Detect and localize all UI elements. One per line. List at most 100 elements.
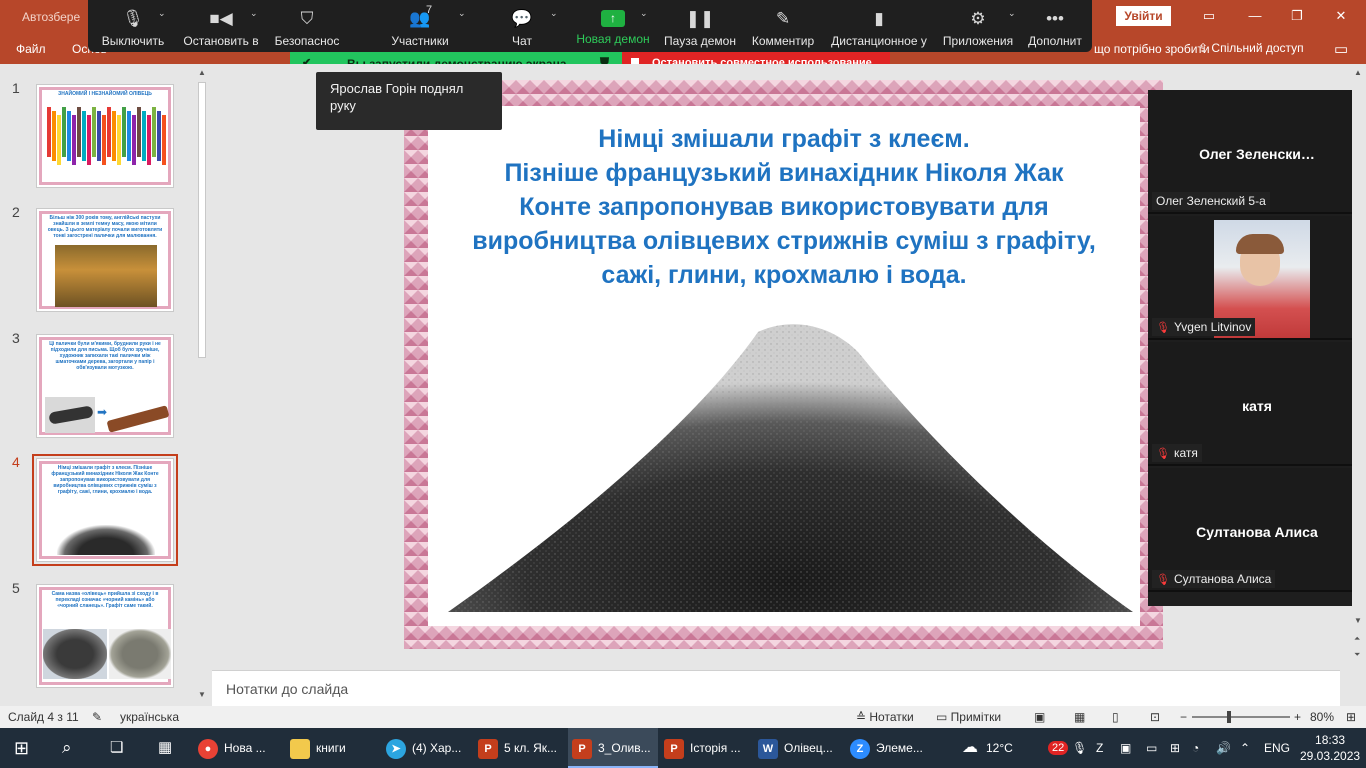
taskbar-app[interactable]: ➤ (4) Хар... <box>386 728 470 768</box>
more-dots-icon: ••• <box>1046 9 1064 28</box>
next-slide-icon[interactable]: ⏷ <box>1354 650 1360 660</box>
arrow-right-icon: ➡ <box>97 405 108 419</box>
slide-thumbnail-1[interactable]: ЗНАЙОМИЙ І НЕЗНАЙОМИЙ ОЛІВЕЦЬ <box>36 84 174 188</box>
slide-thumbnail-5[interactable]: Сама назва «олівець» прийшла зі сходу і … <box>36 584 174 688</box>
chevron-down-icon[interactable]: ⌄ <box>1008 8 1016 19</box>
task-view-icon[interactable]: ❏ <box>110 728 123 768</box>
zoom-in-icon[interactable]: + <box>1294 710 1301 724</box>
slide-thumbnail-2[interactable]: Більш ніж 300 років тому, англійські пас… <box>36 208 174 312</box>
taskbar-app[interactable]: ● Нова ... <box>198 728 280 768</box>
chevron-down-icon[interactable]: ⌄ <box>458 8 466 19</box>
zoom-out-icon[interactable]: − <box>1180 710 1187 724</box>
stop-video-button[interactable]: ■◀ Остановить в ⌄ <box>178 0 264 52</box>
slide-sorter-icon[interactable]: ▦ <box>1074 710 1085 724</box>
powerpoint-icon: P <box>572 738 592 759</box>
reading-view-icon[interactable]: ▯ <box>1112 710 1119 724</box>
scroll-down-icon[interactable]: ▼ <box>1354 616 1362 625</box>
comments-toggle[interactable]: ▭ Примітки <box>936 710 1001 724</box>
taskbar-app[interactable]: книги <box>290 728 372 768</box>
participant-name: 🎙 Султанова Алиса <box>1152 570 1276 588</box>
participants-button[interactable]: 👥 7 Участники ⌄ <box>374 0 466 52</box>
zoom-slider[interactable] <box>1192 711 1290 723</box>
taskbar-app[interactable]: P5 кл. Як... <box>478 728 562 768</box>
fit-slide-icon[interactable]: ⊞ <box>1346 710 1356 724</box>
scroll-down-icon[interactable]: ▼ <box>195 690 209 702</box>
mic-tray-icon[interactable]: 🎙 <box>1072 728 1087 768</box>
slide-scrollbar[interactable]: ▲ ▼ ⏶ ⏷ <box>1352 64 1366 668</box>
scroll-up-icon[interactable]: ▲ <box>1354 68 1362 77</box>
chevron-down-icon[interactable]: ⌄ <box>640 8 648 19</box>
pause-share-button[interactable]: ❚❚ Пауза демон <box>662 0 738 52</box>
mute-button[interactable]: 🎙 Выключить ⌄ <box>94 0 172 52</box>
autosave-label[interactable]: Автозбере <box>22 10 80 24</box>
current-slide[interactable]: Німці змішали графіт з клеєм. Пізніше фр… <box>404 80 1163 649</box>
security-button[interactable]: ⛉ Безопаснос <box>266 0 348 52</box>
participant-name: Олег Зеленский 5-а <box>1152 192 1270 210</box>
chevron-up-icon[interactable]: ⌃ <box>1240 728 1250 768</box>
participant-tile[interactable]: Султанова Алиса 🎙 Султанова Алиса <box>1148 468 1366 592</box>
tell-me-search[interactable]: що потрібно зробити <box>1094 42 1210 56</box>
language-indicator[interactable]: українська <box>120 710 179 724</box>
scroll-up-icon[interactable]: ▲ <box>195 68 209 80</box>
restore-icon[interactable]: ❐ <box>1282 6 1312 26</box>
slide-title[interactable]: Німці змішали графіт з клеєм. Пізніше фр… <box>428 122 1140 292</box>
slide-thumbnail-3[interactable]: Ці палички були м'якими, бруднили руки і… <box>36 334 174 438</box>
notification-badge[interactable]: 22 <box>1048 728 1069 768</box>
chevron-down-icon[interactable]: ⌄ <box>250 8 258 19</box>
clock[interactable]: 18:33 29.03.2023 <box>1300 732 1360 764</box>
pencils-image <box>47 107 166 165</box>
prev-slide-icon[interactable]: ⏶ <box>1354 634 1360 644</box>
participant-tile[interactable]: 🎙 Yvgen Litvinov <box>1148 216 1366 340</box>
graphite-pile-image <box>448 324 1133 612</box>
weather-widget[interactable]: ☁ 12°C <box>962 728 1013 768</box>
search-icon[interactable]: ⌕ <box>62 728 72 768</box>
taskbar-app[interactable]: W Олівец... <box>758 728 842 768</box>
remote-control-button[interactable]: ▮ Дистанционное у <box>828 0 930 52</box>
windows-start-icon[interactable]: ⊞ <box>14 728 29 768</box>
tray-app-icon[interactable]: ⊞ <box>1170 728 1180 768</box>
new-share-button[interactable]: ↑ Новая демон ⌄ <box>574 0 652 52</box>
chevron-down-icon[interactable]: ⌄ <box>158 8 166 19</box>
raise-hand-notification[interactable]: Ярослав Горін поднял руку <box>316 72 502 130</box>
thumb-number: 3 <box>12 330 20 346</box>
normal-view-icon[interactable]: ▣ <box>1034 710 1045 724</box>
thumb-number: 5 <box>12 580 20 596</box>
participant-tile[interactable]: Олег Зеленски… Олег Зеленский 5-а <box>1148 90 1366 214</box>
participants-icon: 👥 <box>409 9 431 28</box>
comment-icon[interactable]: ▭ <box>1334 40 1348 58</box>
taskbar-app[interactable]: P 3_Олив... <box>568 728 658 768</box>
wifi-icon[interactable]: ◔ <box>1192 728 1199 768</box>
notes-pane[interactable]: Нотатки до слайда <box>212 670 1340 706</box>
zoom-level[interactable]: 80% <box>1310 710 1334 724</box>
powerpoint-icon: P <box>478 738 498 759</box>
signin-button[interactable]: Увійти <box>1116 6 1171 26</box>
taskbar-app[interactable]: P Історія ... <box>664 728 750 768</box>
spellcheck-icon[interactable]: ✎ <box>92 710 102 724</box>
taskbar-app[interactable]: Z Элеме... <box>850 728 940 768</box>
participant-tile[interactable]: катя 🎙 катя <box>1148 342 1366 466</box>
scrollbar-thumb[interactable] <box>198 82 206 358</box>
more-button[interactable]: ••• Дополнит <box>1022 0 1088 52</box>
apps-button[interactable]: ⚙ Приложения ⌄ <box>940 0 1016 52</box>
thumbnails-scrollbar[interactable]: ▲ ▼ <box>195 66 209 704</box>
participant-name: 🎙 катя <box>1152 444 1202 462</box>
ribbon-display-icon[interactable]: ▭ <box>1194 6 1224 26</box>
chevron-down-icon[interactable]: ⌄ <box>550 8 558 19</box>
zoom-tray-icon[interactable]: Z <box>1096 728 1103 768</box>
word-icon: W <box>758 738 778 759</box>
tray-app-icon[interactable]: ▣ <box>1120 728 1131 768</box>
slideshow-icon[interactable]: ⊡ <box>1150 710 1160 724</box>
tab-file[interactable]: Файл <box>16 42 46 56</box>
chat-button[interactable]: 💬 Чат ⌄ <box>490 0 557 52</box>
battery-icon[interactable]: ▭ <box>1146 728 1157 768</box>
notes-toggle[interactable]: ≙ Нотатки <box>856 710 914 724</box>
slide-thumbnail-4[interactable]: Німці змішали графіт з клеєм. Пізніше фр… <box>32 454 178 566</box>
volume-icon[interactable]: 🔊 <box>1216 728 1231 768</box>
calculator-icon[interactable]: ▦ <box>158 728 172 768</box>
annotate-button[interactable]: ✎ Комментир <box>748 0 818 52</box>
close-icon[interactable]: ✕ <box>1326 6 1356 26</box>
input-language[interactable]: ENG <box>1264 728 1290 768</box>
minimize-icon[interactable]: — <box>1240 6 1270 26</box>
share-button[interactable]: ⇪ Спільний доступ <box>1198 41 1304 55</box>
slide-thumbnails-pane: 1 ЗНАЙОМИЙ І НЕЗНАЙОМИЙ ОЛІВЕЦЬ 2 Більш … <box>0 64 212 706</box>
